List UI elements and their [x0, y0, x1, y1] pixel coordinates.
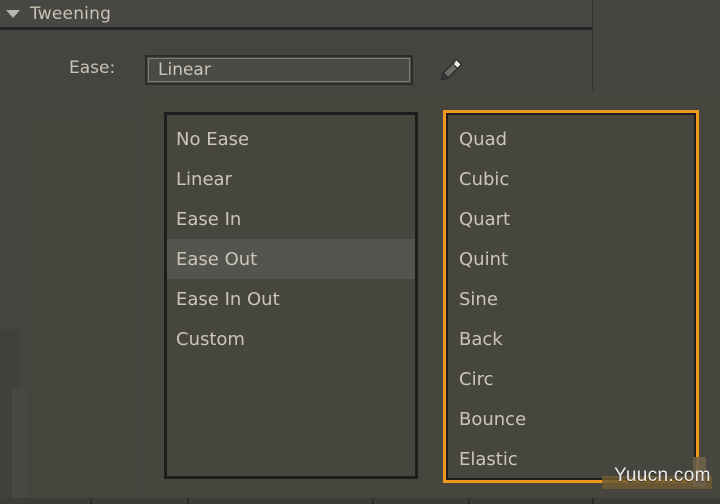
list-item[interactable]: Cubic	[448, 159, 694, 199]
bottom-tick	[468, 498, 470, 504]
background-panel-right	[593, 0, 720, 100]
list-item[interactable]: Custom	[167, 319, 415, 359]
list-item[interactable]: No Ease	[167, 119, 415, 159]
ease-input-inner: Linear	[148, 58, 410, 82]
list-item-label: Circ	[459, 368, 494, 390]
ease-input[interactable]: Linear	[145, 55, 413, 85]
list-item-label: Cubic	[459, 168, 510, 190]
list-item[interactable]: Ease In	[167, 199, 415, 239]
list-item-label: Ease Out	[176, 248, 258, 270]
background-panel-left	[25, 118, 142, 498]
ease-type-list[interactable]: No Ease Linear Ease In Ease Out Ease In …	[164, 112, 418, 479]
ease-input-value: Linear	[158, 60, 211, 80]
ease-label: Ease:	[69, 58, 116, 78]
list-item[interactable]: Quint	[448, 239, 694, 279]
list-item-label: Bounce	[459, 408, 527, 430]
background-panel-edge-inner	[12, 388, 26, 504]
list-item-label: Ease In Out	[176, 288, 280, 310]
list-item[interactable]: Sine	[448, 279, 694, 319]
ease-curve-list-items: Quad Cubic Quart Quint Sine Back Circ Bo…	[448, 115, 694, 478]
bottom-strip	[0, 498, 720, 504]
list-item-selected[interactable]: Ease Out	[167, 239, 415, 279]
list-item-label: No Ease	[176, 128, 250, 150]
bottom-tick	[372, 498, 374, 504]
list-item-label: Sine	[459, 288, 498, 310]
bottom-tick	[187, 498, 189, 504]
ease-curve-list[interactable]: Quad Cubic Quart Quint Sine Back Circ Bo…	[443, 110, 699, 483]
page-title: Tweening	[30, 3, 112, 24]
list-item-label: Custom	[176, 328, 245, 350]
list-item-label: Quint	[459, 248, 509, 270]
watermark: Yuucn.com	[614, 465, 711, 486]
list-item[interactable]: Back	[448, 319, 694, 359]
triangle-down-icon[interactable]	[6, 10, 20, 18]
bottom-tick	[592, 498, 594, 504]
list-item[interactable]: Ease In Out	[167, 279, 415, 319]
bottom-tick	[90, 498, 92, 504]
list-item[interactable]: Bounce	[448, 399, 694, 439]
list-item-label: Back	[459, 328, 503, 350]
pencil-icon[interactable]	[437, 56, 465, 84]
list-item-label: Quad	[459, 128, 508, 150]
ease-curve-list-inner: Quad Cubic Quart Quint Sine Back Circ Bo…	[446, 113, 696, 480]
tweening-section-header[interactable]: Tweening	[0, 0, 592, 27]
list-item[interactable]: Quad	[448, 119, 694, 159]
list-item[interactable]: Quart	[448, 199, 694, 239]
list-item[interactable]: Linear	[167, 159, 415, 199]
ease-type-list-items: No Ease Linear Ease In Ease Out Ease In …	[167, 115, 415, 359]
list-item-label: Ease In	[176, 208, 242, 230]
list-item-label: Linear	[176, 168, 232, 190]
list-item-label: Quart	[459, 208, 511, 230]
list-item-label: Elastic	[459, 448, 518, 470]
list-item[interactable]: Circ	[448, 359, 694, 399]
